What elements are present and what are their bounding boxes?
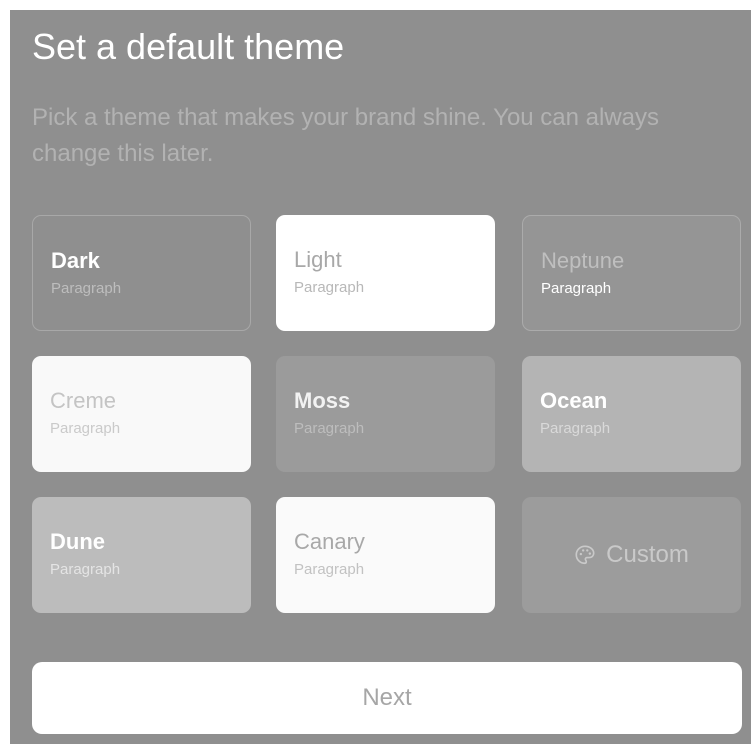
custom-theme-label: Custom [606,541,689,568]
theme-description: Paragraph [50,561,121,578]
next-button[interactable]: Next [32,662,742,734]
palette-icon [575,545,595,565]
theme-description: Paragraph [294,279,365,296]
theme-card-ocean[interactable]: Ocean Paragraph [522,356,741,472]
theme-description: Paragraph [51,280,122,297]
theme-card-moss[interactable]: Moss Paragraph [276,356,495,472]
theme-name: Canary [294,529,365,554]
theme-name: Ocean [540,388,608,413]
theme-name: Creme [50,388,117,413]
theme-card-custom[interactable]: Custom [522,497,741,613]
theme-name: Moss [294,388,351,413]
theme-card-dune[interactable]: Dune Paragraph [32,497,251,613]
theme-name: Dune [50,529,105,554]
theme-description: Paragraph [50,420,121,437]
theme-description: Paragraph [540,420,611,437]
theme-name: Light [294,247,342,272]
theme-card-light[interactable]: Light Paragraph [276,215,495,331]
theme-description: Paragraph [541,280,612,297]
theme-picker-dialog: Set a default theme Pick a theme that ma… [10,10,751,744]
theme-name: Neptune [541,248,625,273]
page-subtitle: Pick a theme that makes your brand shine… [32,104,660,167]
theme-card-canary[interactable]: Canary Paragraph [276,497,495,613]
custom-theme-content: Custom [522,497,741,613]
theme-card-neptune[interactable]: Neptune Paragraph [522,215,741,331]
theme-card-creme[interactable]: Creme Paragraph [32,356,251,472]
theme-description: Paragraph [294,420,365,437]
page-title: Set a default theme [32,26,345,67]
theme-description: Paragraph [294,561,365,578]
theme-name: Dark [51,248,100,273]
theme-card-dark[interactable]: Dark Paragraph [32,215,251,331]
